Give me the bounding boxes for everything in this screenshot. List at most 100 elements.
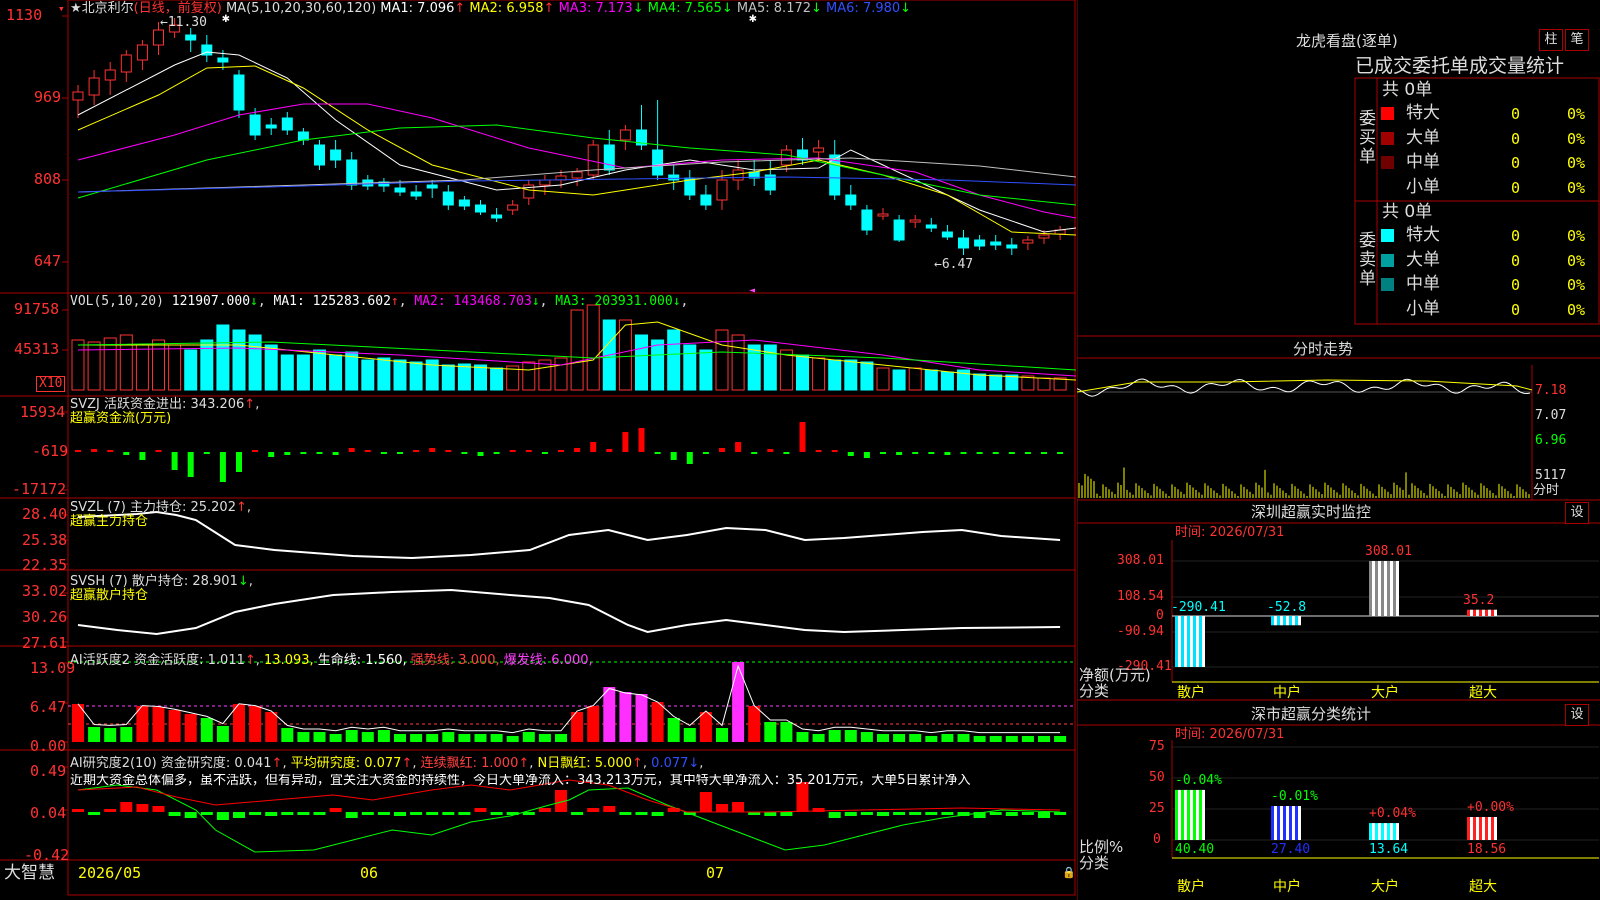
ai-research-item-2: 连续飘红: 1.000 [420, 756, 519, 771]
ma-header: MA(5,10,20,30,60,120) [225, 1, 377, 16]
candle-body [458, 199, 470, 207]
monitor-bar-segment [1470, 609, 1473, 616]
monitor-category: 散户 [1177, 685, 1205, 701]
vol-bar [103, 337, 117, 391]
vol-bar [474, 364, 487, 391]
ai-active-bar [1021, 736, 1034, 742]
candle-body [88, 77, 100, 96]
ai-active-bar [667, 718, 680, 742]
lock-icon[interactable]: 🔒 [1062, 866, 1076, 880]
vol-bar [989, 374, 1003, 391]
vol-unit-badge[interactable]: X10 [36, 376, 66, 392]
class-bar-segment [1292, 806, 1295, 840]
order-row-count: 0 [1511, 105, 1521, 123]
main-chart-area[interactable]: ★北京利尔(日线，前复权) MA(5,10,20,30,60,120) MA1:… [0, 0, 1076, 900]
candle-body [394, 187, 406, 193]
vol-bar [586, 304, 600, 391]
order-row-count: 0 [1511, 276, 1521, 294]
sz-monitor-settings-button[interactable]: 设 [1565, 502, 1589, 524]
ai-research-bar [571, 812, 584, 815]
svzj-bar [944, 452, 951, 455]
y-tick-vol-1: 45313 [14, 340, 60, 358]
chart-mode[interactable]: (日线，前复权) [134, 1, 222, 16]
svzj-bar [992, 452, 999, 454]
svzj-bar [783, 452, 790, 454]
ai-research-bar [265, 812, 278, 816]
ai-active-bar [88, 727, 101, 742]
class-bar-segment [1289, 806, 1292, 840]
monitor-bar-value: 35.2 [1463, 592, 1495, 608]
stock-name[interactable]: 北京利尔 [82, 1, 134, 16]
candle-body [507, 204, 519, 211]
ai-active-bar [474, 734, 487, 742]
class-bar-segment [1181, 789, 1184, 840]
lhb-title: 龙虎看盘(逐单) [1296, 32, 1398, 50]
sidebar: 龙虎看盘(逐单) 柱 笔 已成交委托单成交量统计 委买单 共 0单 特大 0 0% 大… [1077, 0, 1600, 900]
class-bar-segment [1280, 806, 1283, 840]
ai-active-bar [1005, 736, 1018, 742]
svzj-header: SVZJ 活跃资金进出: 343.206↑, [70, 397, 260, 412]
tick-mode-button[interactable]: 笔 [1565, 29, 1589, 51]
candle-body [330, 149, 342, 161]
class-category: 大户 [1371, 879, 1399, 895]
svzj-sub: 超赢资金流(万元) [70, 411, 172, 426]
vol-bar [651, 339, 665, 391]
candle-body [346, 159, 358, 186]
sz-class-settings-button[interactable]: 设 [1565, 704, 1589, 726]
ma-line-3 [77, 103, 1076, 219]
ai-active-bar [104, 728, 117, 742]
ai-active-bar [200, 718, 213, 742]
bar-mode-button[interactable]: 柱 [1539, 29, 1563, 51]
ai-research-bar [104, 809, 117, 812]
monitor-bar-segment [1271, 616, 1274, 626]
class-bar-segment [1369, 823, 1372, 840]
y-tick-ai-active-0: 13.09 [30, 659, 76, 677]
vol-bar [345, 351, 359, 391]
ai-active-line [77, 664, 1061, 734]
svzj-bar [509, 450, 516, 452]
candle-body [652, 149, 664, 176]
monitor-bar-segment [1184, 616, 1187, 667]
y-tick-svzl-0: 28.40 [22, 505, 68, 523]
ai-research-bar [168, 812, 181, 816]
monitor-bar-segment [1467, 609, 1470, 616]
svzj-bar [413, 450, 420, 452]
svzj-bar [847, 452, 854, 456]
vol-bar [329, 354, 343, 391]
star-icon[interactable]: ★ [70, 1, 82, 16]
ai-research-bar [329, 808, 342, 812]
candle-body [893, 219, 905, 241]
ai-research-bar [458, 812, 471, 815]
ai-active-bar [281, 728, 294, 742]
y-tick-main-0: 1130 [6, 6, 43, 24]
class-bar-segment [1384, 823, 1387, 840]
color-swatch [1381, 131, 1394, 145]
candle-body [877, 213, 889, 217]
svzj-bar [976, 452, 983, 454]
ai-active-bar [699, 712, 712, 742]
menu-arrow-icon[interactable]: ▾ [58, 2, 65, 16]
buy-orders-label: 委买单 [1359, 109, 1376, 167]
monitor-bar-segment [1390, 561, 1393, 616]
ai-active-bar [152, 707, 165, 742]
order-row-name: 中单 [1406, 152, 1440, 172]
y-tick-svsh-1: 30.26 [22, 608, 68, 626]
vol-bar [248, 334, 262, 391]
ai-active-bar [361, 732, 374, 742]
y-tick-svzj-1: -619 [32, 442, 69, 460]
candle-body [136, 44, 148, 61]
brand-logo[interactable]: 大智慧 [4, 864, 55, 882]
y-tick-main-1: 969 [34, 88, 62, 106]
vol-bar [1037, 377, 1051, 391]
color-swatch [1381, 253, 1394, 267]
class-bar-segment [1375, 823, 1378, 840]
ai-research-bar [909, 812, 922, 815]
svzj-bar [670, 452, 677, 460]
svzj-bar [863, 452, 870, 458]
vol-bar [618, 319, 632, 391]
ai-active-bar [168, 710, 181, 742]
vol-bar [635, 334, 648, 391]
vol-bar [844, 359, 858, 391]
monitor-bar-segment [1295, 616, 1298, 626]
vol-bar [168, 344, 182, 391]
